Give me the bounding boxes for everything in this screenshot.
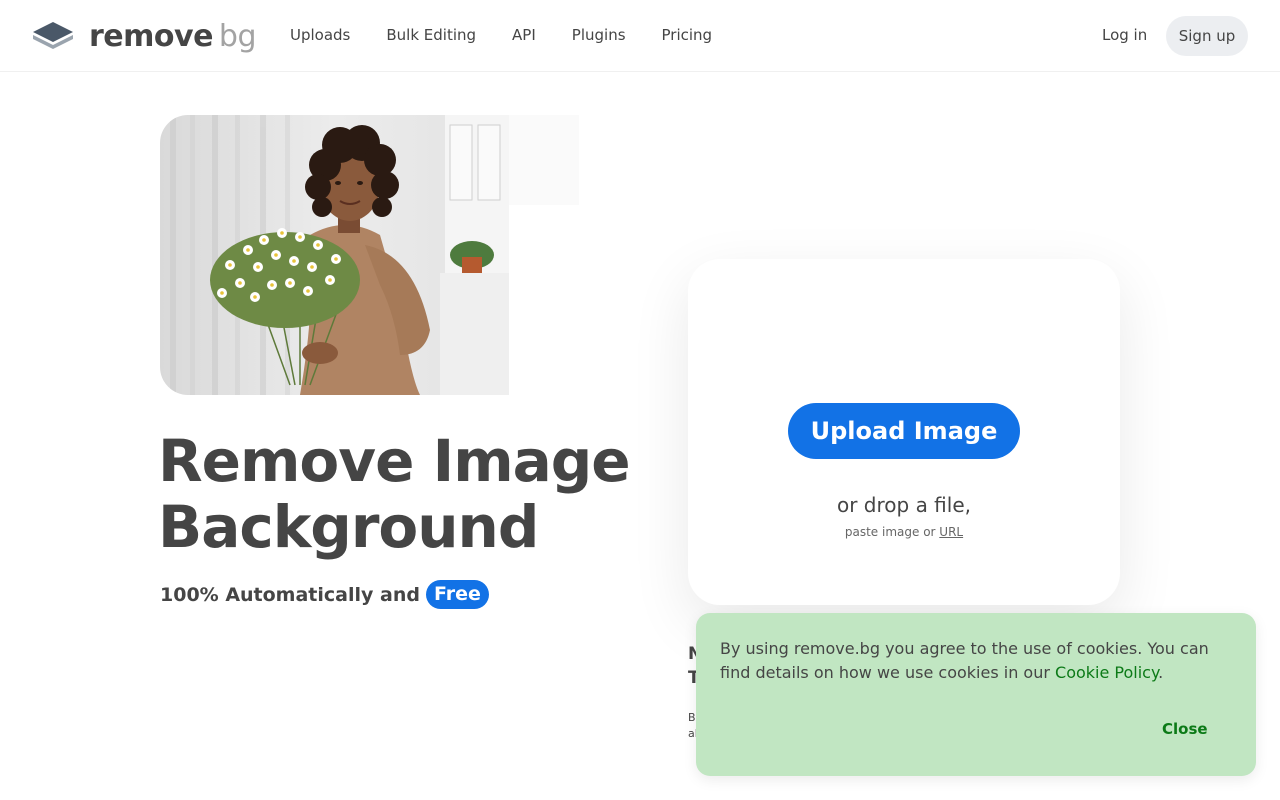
hero-subtitle: 100% Automatically and Free bbox=[160, 580, 489, 609]
cookie-close-button[interactable]: Close bbox=[1156, 719, 1214, 739]
nav-pricing[interactable]: Pricing bbox=[662, 26, 713, 44]
drop-file-text: or drop a file, bbox=[836, 493, 971, 517]
logo-icon bbox=[33, 22, 73, 49]
url-link[interactable]: URL bbox=[939, 525, 963, 539]
obscured-text-line1: B bbox=[688, 711, 696, 724]
logo[interactable]: remove bg bbox=[31, 18, 257, 54]
cookie-banner: By using remove.bg you agree to the use … bbox=[696, 613, 1256, 776]
nav-api[interactable]: API bbox=[512, 26, 536, 44]
nav-bulk-editing[interactable]: Bulk Editing bbox=[386, 26, 476, 44]
logo-text: remove bg bbox=[89, 18, 257, 54]
hero-fade bbox=[509, 115, 579, 205]
cookie-policy-link[interactable]: Cookie Policy bbox=[1055, 663, 1158, 682]
free-badge: Free bbox=[425, 580, 489, 609]
nav-uploads[interactable]: Uploads bbox=[290, 26, 350, 44]
upload-image-button[interactable]: Upload Image bbox=[788, 403, 1020, 459]
cookie-message: By using remove.bg you agree to the use … bbox=[720, 639, 1209, 682]
site-header: remove bg Uploads Bulk Editing API Plugin… bbox=[0, 0, 1280, 72]
nav-plugins[interactable]: Plugins bbox=[572, 26, 626, 44]
paste-hint: paste image or URL bbox=[844, 525, 964, 539]
signup-button[interactable]: Sign up bbox=[1166, 16, 1248, 56]
upload-card[interactable]: Upload Image or drop a file, paste image… bbox=[688, 259, 1120, 605]
page-title: Remove Image Background bbox=[158, 427, 631, 561]
main-nav: Uploads Bulk Editing API Plugins Pricing bbox=[290, 26, 712, 44]
login-link[interactable]: Log in bbox=[1102, 26, 1147, 44]
hero-image bbox=[160, 115, 509, 395]
